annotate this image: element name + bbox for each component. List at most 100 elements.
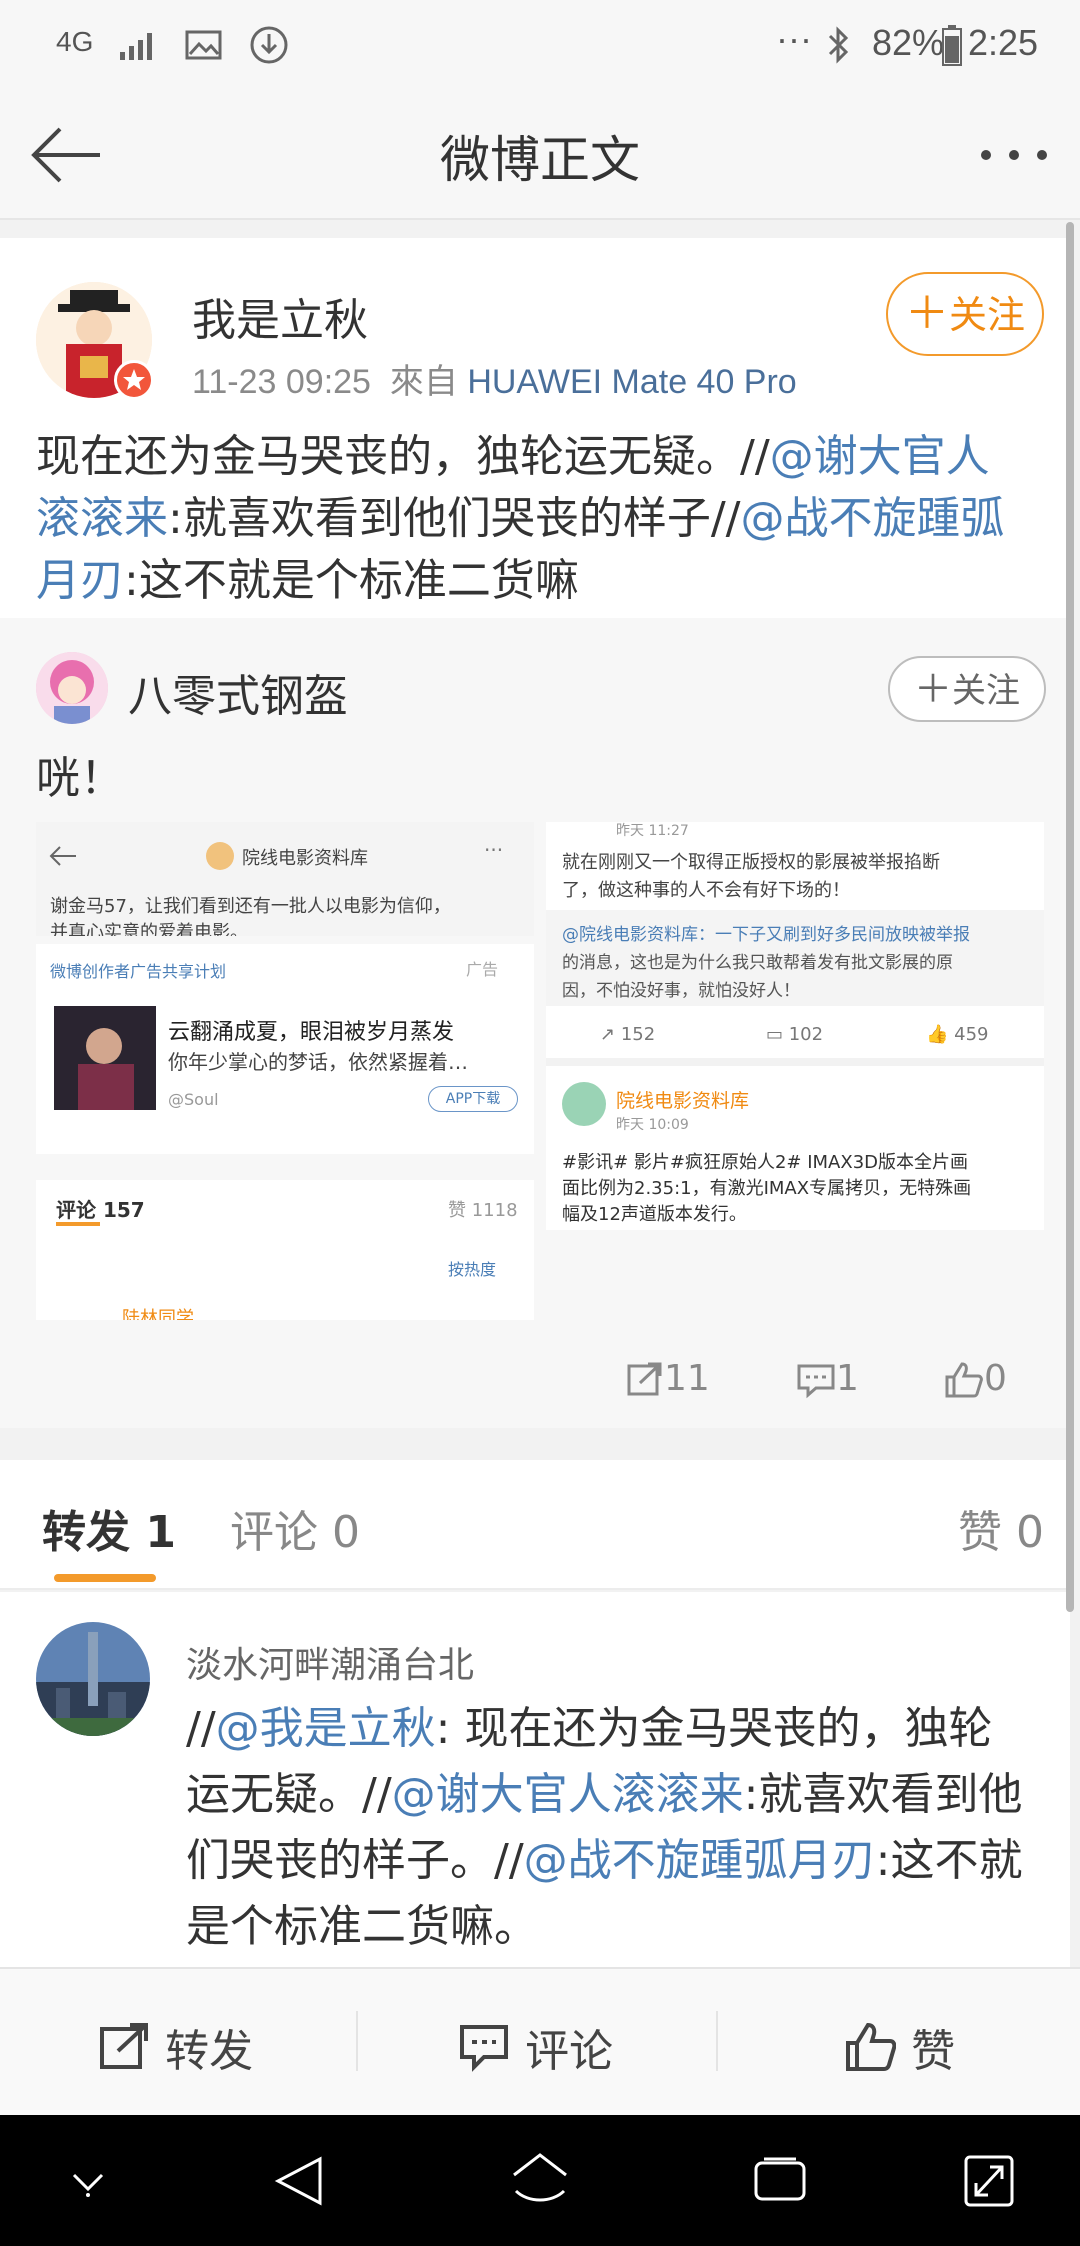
thumb-stat: 459 [954, 1024, 989, 1045]
divider [546, 1058, 1044, 1066]
account-avatar [562, 1082, 606, 1126]
repost-button[interactable]: 转发 [98, 2015, 253, 2079]
mention-link[interactable]: @谢大官人 [770, 431, 990, 482]
clock: 2:25 [968, 22, 1039, 63]
thumb-account-time: 昨天 10:09 [616, 1117, 689, 1133]
more-notifications: ··· [776, 18, 812, 59]
ad-download-button: APP下载 [428, 1086, 518, 1112]
thumb-comment-count: ▭ 102 [766, 1024, 824, 1045]
image-thumbnail[interactable]: 评论 157 赞 1118 按热度 陆林同学 [36, 1180, 534, 1320]
tab-repost[interactable]: 转发 1 [42, 1496, 176, 1560]
like-button[interactable]: 赞 [844, 2015, 955, 2079]
system-nav-bar [0, 2115, 1080, 2246]
thumbs-up-icon [945, 1362, 983, 1398]
signal-icon [120, 33, 152, 60]
reply-text-part: 运无疑。// [186, 1769, 392, 1820]
recent-apps-icon[interactable] [752, 2155, 808, 2207]
tab-active-indicator [54, 1574, 156, 1582]
retweet-author[interactable]: 八零式钢盔 [128, 660, 348, 724]
thumb-text: #影讯# 影片#疯狂原始人2# IMAX3D版本全片画 [562, 1152, 969, 1173]
post-text: 现在还为金马哭丧的，独轮运无疑。//@谢大官人 滚滚来:就喜欢看到他们哭丧的样子… [36, 426, 1046, 612]
quote-line: 的消息，这也是为什么我只敢帮着发有批文影展的原 [562, 953, 953, 973]
weibo-post: 我是立秋 11-23 09:25 來自 HUAWEI Mate 40 Pro ＋… [0, 238, 1070, 618]
follow-label: 关注 [948, 293, 1025, 337]
comment-label: 评论 [525, 2026, 614, 2077]
repost-label: 转发 [165, 2026, 254, 2077]
post-meta: 11-23 09:25 來自 HUAWEI Mate 40 Pro [192, 354, 797, 403]
follow-button[interactable]: ＋关注 [886, 272, 1044, 356]
status-bar: 4G ··· 82% 2:25 [0, 0, 1080, 90]
more-dots-icon[interactable] [978, 145, 1050, 165]
battery-percent: 82% [872, 22, 945, 63]
thumb-likes: 赞 1118 [448, 1200, 518, 1221]
ad-label: 微博创作者广告共享计划 [50, 962, 227, 981]
thumb-sort: 按热度 [448, 1260, 497, 1279]
post-author[interactable]: 我是立秋 [192, 284, 368, 348]
retweet-avatar[interactable] [36, 652, 108, 724]
thumb-account-name: 院线电影资料库 [616, 1090, 750, 1112]
reply-text-part: // [186, 1703, 216, 1754]
reply-author[interactable]: 淡水河畔潮涌台北 [186, 1636, 474, 1688]
mention-link[interactable]: @谢大官人滚滚来 [392, 1769, 744, 1820]
mention-link[interactable]: @战不旋踵弧月刃 [524, 1835, 876, 1886]
reply-text-part: 们哭丧的样子。// [186, 1835, 524, 1886]
network-indicator: 4G [56, 26, 94, 57]
quote-line: @院线电影资料库：一下子又刷到好多民间放映被举报 [562, 925, 970, 945]
mention-link[interactable]: @战不旋踵弧 [740, 493, 1004, 544]
reply-text-part: : 现在还为金马哭丧的，独轮 [435, 1703, 993, 1754]
image-thumbnail[interactable]: 微博创作者广告共享计划 广告 云翻涌成夏，眼泪被岁月蒸发 你年少掌心的梦话，依然… [36, 944, 534, 1154]
retweet-text: 咣！ [36, 753, 124, 804]
repost-icon [100, 2023, 148, 2069]
hide-keyboard-icon[interactable] [66, 2163, 110, 2199]
tab-like[interactable]: 赞 0 [958, 1496, 1044, 1560]
comment-button[interactable]: 评论 [458, 2015, 613, 2079]
reply-text-part: :就喜欢看到他 [743, 1769, 1023, 1820]
mention-link[interactable]: @我是立秋 [216, 1703, 436, 1754]
mention-link[interactable]: 月刃 [36, 555, 124, 606]
thumb-stat: 152 [620, 1024, 656, 1045]
repost-item[interactable]: 淡水河畔潮涌台北 //@我是立秋: 现在还为金马哭丧的，独轮 运无疑。//@谢大… [0, 1592, 1070, 1967]
back-nav-icon[interactable] [272, 2153, 328, 2209]
thumb-nav-title: 院线电影资料库 [242, 848, 368, 869]
thumb-text: 就在刚刚又一个取得正版授权的影展被举报掐断 [562, 852, 940, 873]
image-thumbnail[interactable]: 院线电影资料库 ··· 谢金马57，让我们看到还有一批人以电影为信仰， 并真心实… [36, 822, 534, 936]
anime-girl-avatar-icon [36, 652, 108, 724]
retweet-comment-stat[interactable]: 1 [796, 1358, 859, 1399]
ad-text: 你年少掌心的梦话，依然紧握着… [168, 1050, 468, 1074]
reply-text-part: 是个标准二货嘛。 [186, 1901, 538, 1952]
post-text-part: :这不就是个标准二货嘛 [124, 555, 579, 606]
battery-icon [942, 25, 962, 66]
woman-photo-icon [78, 1028, 134, 1110]
divider [716, 2011, 718, 2071]
stat-count: 1 [836, 1358, 859, 1399]
avatar[interactable] [36, 1622, 150, 1736]
quote-line: 因，不怕没好事，就怕没好人！ [562, 981, 800, 1001]
comment-icon [797, 1364, 835, 1399]
retweet-like-stat[interactable]: 0 [944, 1358, 1007, 1399]
thumb-tab-underline [56, 1222, 100, 1226]
retweet-follow-button[interactable]: ＋关注 [888, 656, 1046, 722]
expand-icon[interactable] [962, 2153, 1016, 2209]
retweet-repost-stat[interactable]: 11 [626, 1358, 710, 1399]
back-arrow-icon [49, 846, 76, 866]
thumb-commenter: 陆林同学 [122, 1308, 194, 1320]
tab-comment[interactable]: 评论 0 [230, 1496, 360, 1560]
post-time: 11-23 09:25 [192, 363, 371, 401]
thumb-text: 了，做这种事的人不会有好下场的！ [562, 880, 850, 901]
verified-badge-icon [114, 360, 154, 400]
post-source[interactable]: HUAWEI Mate 40 Pro [467, 363, 796, 401]
post-text-part: 现在还为金马哭丧的，独轮运无疑。// [36, 431, 770, 482]
interaction-tabs: 转发 1 评论 0 赞 0 [0, 1460, 1070, 1590]
thumb-time: 昨天 11:27 [616, 823, 689, 839]
reply-text: //@我是立秋: 现在还为金马哭丧的，独轮 运无疑。//@谢大官人滚滚来:就喜欢… [186, 1696, 1046, 1960]
comment-icon [460, 2025, 508, 2072]
mention-link[interactable]: 滚滚来 [36, 493, 168, 544]
thumbs-up-icon [846, 2022, 896, 2071]
retweeted-post[interactable]: 八零式钢盔 ＋关注 咣！ 院线电影资料库 ··· 谢金马57，让我们看到还有一批… [0, 618, 1070, 1428]
image-notification-icon [185, 30, 222, 60]
image-thumbnail[interactable]: 昨天 11:27 就在刚刚又一个取得正版授权的影展被举报掐断 了，做这种事的人不… [546, 822, 1044, 1230]
scrollbar[interactable] [1066, 222, 1074, 1612]
download-notification-icon [250, 26, 288, 64]
star-icon [123, 369, 145, 390]
home-nav-icon[interactable] [508, 2151, 572, 2211]
